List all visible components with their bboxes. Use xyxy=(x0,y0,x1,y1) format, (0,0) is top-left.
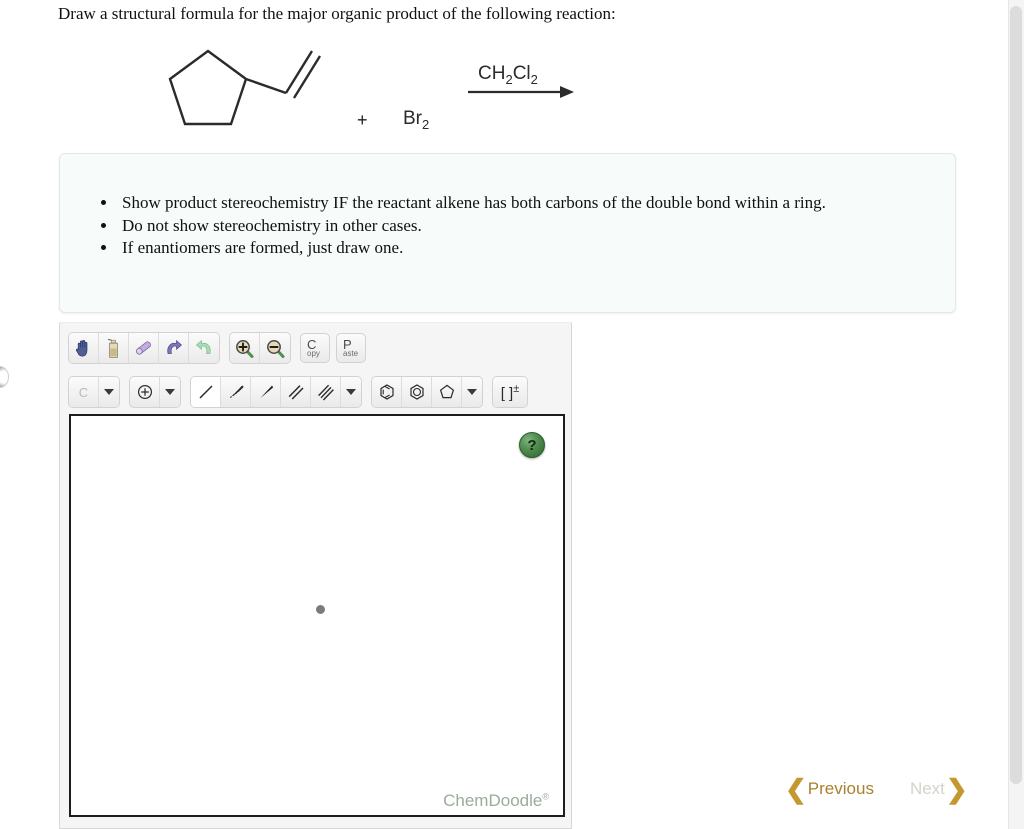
sketcher-toolbar-row-2: C []± xyxy=(68,376,528,408)
bold-wedge-bond-tool[interactable] xyxy=(251,377,281,407)
aromatic-ring-icon xyxy=(409,384,424,400)
tool-group-rings xyxy=(371,376,483,408)
chevron-down-icon xyxy=(165,389,175,395)
charge-tool[interactable] xyxy=(130,377,160,407)
reagent-subscript: 2 xyxy=(422,116,430,132)
next-button[interactable]: Next ❯ xyxy=(910,776,968,802)
list-item: If enantiomers are formed, just draw one… xyxy=(118,237,955,260)
chevron-down-icon xyxy=(346,389,356,395)
bracket-superscript: ± xyxy=(513,382,520,395)
copy-button[interactable]: C opy xyxy=(300,333,330,363)
hashed-wedge-bond-tool[interactable] xyxy=(221,377,251,407)
tool-group-charge xyxy=(129,376,181,408)
watermark-registered-icon: ® xyxy=(542,791,549,802)
question-prompt: Draw a structural formula for the major … xyxy=(58,4,616,23)
bracket-charge-tool[interactable]: [ ]± xyxy=(493,377,527,407)
zoom-in-button[interactable] xyxy=(230,333,260,363)
navigation-bar: ❮ Previous Next ❯ xyxy=(785,776,968,802)
magnifier-minus-icon xyxy=(266,339,284,358)
page-root: Draw a structural formula for the major … xyxy=(0,0,1024,829)
element-picker[interactable]: C xyxy=(69,377,99,407)
undo-arrow-icon xyxy=(167,339,183,354)
solvent-sub-2: 2 xyxy=(530,71,538,87)
redo-arrow-icon xyxy=(195,339,211,354)
solvent-sub-1: 2 xyxy=(505,71,513,87)
paste-label-small: aste xyxy=(343,349,359,358)
eraser-tool[interactable] xyxy=(129,333,159,363)
reagent-bromine: Br2 xyxy=(403,108,429,132)
charge-tool-dropdown[interactable] xyxy=(160,377,180,407)
chemdoodle-sketcher: C opy P aste C []± ? ChemDoodle® xyxy=(59,322,572,829)
plus-circle-icon xyxy=(137,384,152,400)
previous-button[interactable]: ❮ Previous xyxy=(785,776,874,802)
paste-button[interactable]: P aste xyxy=(336,333,366,363)
tool-group-zoom xyxy=(229,332,291,364)
instructions-box: Show product stereochemistry IF the reac… xyxy=(59,153,956,313)
previous-label: Previous xyxy=(807,779,874,798)
solvent-label: CH2Cl2 xyxy=(478,63,538,87)
solvent-cl: Cl xyxy=(512,63,531,84)
watermark-text: ChemDoodle xyxy=(443,791,543,810)
panel-collapse-handle[interactable] xyxy=(0,366,9,388)
magnifier-plus-icon xyxy=(236,339,254,358)
hashed-wedge-bond-icon xyxy=(229,385,243,398)
pan-hand-tool[interactable] xyxy=(69,333,99,363)
tool-group-bracket: [ ]± xyxy=(492,376,528,408)
undo-button[interactable] xyxy=(159,333,189,363)
benzene-ring-tool[interactable] xyxy=(372,377,402,407)
tool-group-bonds xyxy=(190,376,362,408)
copy-label-small: opy xyxy=(307,349,320,358)
sketcher-toolbar-row-1: C opy P aste xyxy=(68,332,372,364)
chevron-down-icon xyxy=(467,389,477,395)
double-bond-tool[interactable] xyxy=(281,377,311,407)
bold-wedge-bond-icon xyxy=(259,385,273,399)
help-button[interactable]: ? xyxy=(519,432,545,458)
chemdoodle-watermark: ChemDoodle® xyxy=(443,791,549,811)
bracket-text: [ ] xyxy=(500,384,514,402)
list-item: Show product stereochemistry IF the reac… xyxy=(118,192,918,215)
next-label: Next xyxy=(909,779,945,798)
single-bond-tool[interactable] xyxy=(191,377,221,407)
spray-bottle-icon xyxy=(107,338,118,358)
plus-symbol: + xyxy=(357,110,368,130)
bond-tool-dropdown[interactable] xyxy=(341,377,361,407)
triple-bond-icon xyxy=(317,384,334,401)
tool-group-edit xyxy=(68,332,220,364)
clear-tool[interactable] xyxy=(99,333,129,363)
solvent-ch: CH xyxy=(478,63,506,84)
eraser-icon xyxy=(136,341,151,355)
vertical-scrollbar-thumb[interactable] xyxy=(1010,6,1022,784)
element-label: C xyxy=(78,384,89,400)
hand-icon xyxy=(75,339,88,357)
ring-tool-dropdown[interactable] xyxy=(462,377,482,407)
cyclopentane-ring-icon xyxy=(439,384,454,399)
cyclopentane-ring-tool[interactable] xyxy=(432,377,462,407)
tool-group-element: C xyxy=(68,376,120,408)
reaction-scheme: + Br2 CH2Cl2 xyxy=(160,36,590,144)
instructions-list: Show product stereochemistry IF the reac… xyxy=(60,154,955,260)
drawing-canvas[interactable]: ? ChemDoodle® xyxy=(69,414,565,817)
canvas-atom-dot[interactable] xyxy=(316,605,325,614)
chevron-down-icon xyxy=(104,389,114,395)
single-bond-icon xyxy=(198,385,213,399)
chevron-left-icon: ❮ xyxy=(785,774,807,804)
redo-button[interactable] xyxy=(189,333,219,363)
vinylcyclopentane-structure xyxy=(168,49,574,126)
list-item: Do not show stereochemistry in other cas… xyxy=(118,215,955,238)
benzene-ring-icon xyxy=(379,384,394,400)
element-picker-dropdown[interactable] xyxy=(99,377,119,407)
double-bond-icon xyxy=(288,385,304,400)
zoom-out-button[interactable] xyxy=(260,333,290,363)
aromatic-ring-tool[interactable] xyxy=(402,377,432,407)
reagent-text: Br xyxy=(403,108,422,129)
bracket-label: [ ]± xyxy=(501,383,520,402)
chevron-right-icon: ❯ xyxy=(945,774,968,804)
triple-bond-tool[interactable] xyxy=(311,377,341,407)
